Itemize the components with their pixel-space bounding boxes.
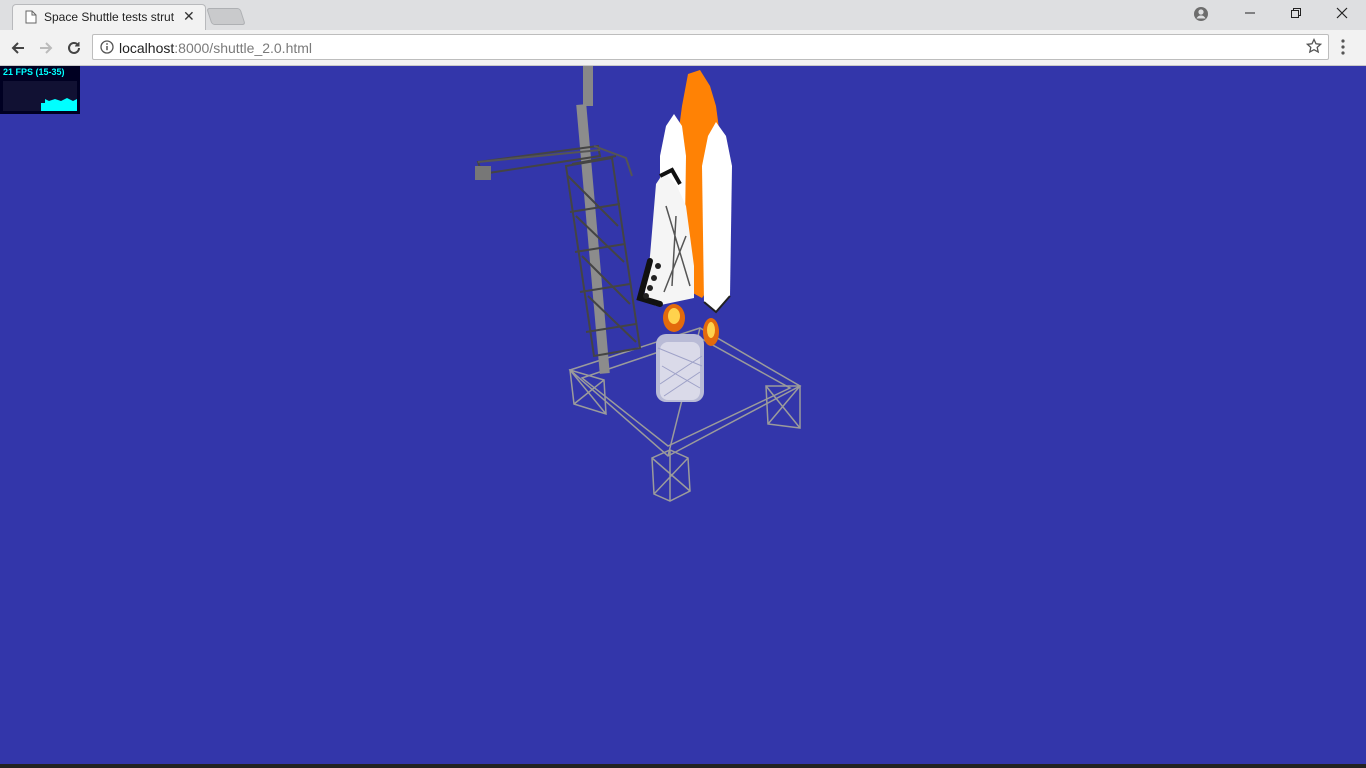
address-bar[interactable]: localhost:8000/shuttle_2.0.html bbox=[92, 34, 1329, 60]
profile-icon[interactable] bbox=[1192, 5, 1210, 28]
tab-strip: Space Shuttle tests strut ✕ bbox=[0, 0, 1366, 30]
shuttle-scene bbox=[475, 66, 802, 502]
exhaust-plume bbox=[656, 334, 704, 402]
back-arrow-icon bbox=[11, 42, 24, 54]
launch-tower bbox=[475, 66, 642, 374]
forward-button[interactable] bbox=[34, 36, 58, 60]
browser-tab[interactable]: Space Shuttle tests strut ✕ bbox=[12, 4, 206, 30]
tab-title: Space Shuttle tests strut bbox=[44, 10, 175, 24]
fps-stats-panel: 21 FPS (15-35) bbox=[0, 66, 80, 114]
document-icon bbox=[25, 10, 37, 29]
star-icon[interactable] bbox=[1305, 37, 1323, 59]
minimize-icon bbox=[1245, 12, 1255, 14]
reload-icon bbox=[68, 41, 80, 54]
fps-graph bbox=[3, 81, 77, 111]
close-window-button[interactable] bbox=[1319, 0, 1365, 30]
new-tab-button[interactable] bbox=[206, 8, 246, 25]
url-text: localhost:8000/shuttle_2.0.html bbox=[119, 40, 312, 56]
solid-rocket-booster-right bbox=[702, 122, 732, 314]
restore-icon bbox=[1291, 8, 1301, 18]
back-button[interactable] bbox=[6, 36, 30, 60]
url-host: localhost bbox=[119, 40, 175, 56]
info-icon[interactable] bbox=[100, 40, 114, 59]
close-icon[interactable]: ✕ bbox=[183, 8, 195, 25]
browser-toolbar: localhost:8000/shuttle_2.0.html bbox=[0, 30, 1366, 66]
reload-button[interactable] bbox=[62, 36, 86, 60]
url-path: :8000/shuttle_2.0.html bbox=[174, 40, 313, 56]
minimize-button[interactable] bbox=[1227, 0, 1273, 30]
bottom-edge bbox=[0, 764, 1366, 768]
forward-arrow-icon bbox=[40, 42, 53, 54]
close-window-icon bbox=[1336, 7, 1348, 19]
fps-label: 21 FPS (15-35) bbox=[3, 67, 65, 77]
kebab-menu-icon[interactable] bbox=[1340, 38, 1346, 61]
restore-button[interactable] bbox=[1273, 0, 1319, 30]
